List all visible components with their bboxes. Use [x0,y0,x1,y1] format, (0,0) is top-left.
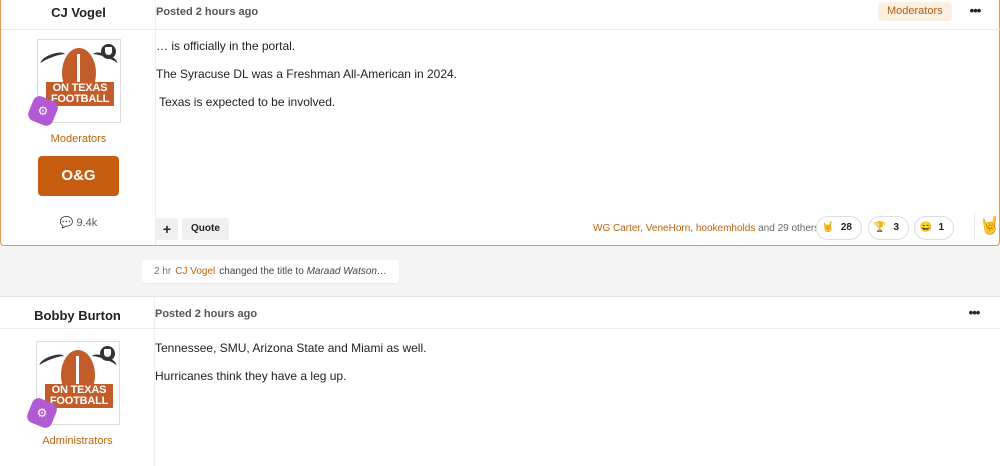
reaction-laugh[interactable]: 😄 1 [914,216,954,240]
title-change-event: 2 hr CJ Vogel changed the title to Maraad … [142,260,399,283]
post-bobby-burton: Bobby Burton Posted 2 hours ago ••• ON T… [0,296,1000,466]
admin-shield-icon [100,346,115,361]
post-content: … is officially in the portal. The Syrac… [156,39,457,123]
event-text: changed the title to [219,266,304,277]
avatar[interactable]: ON TEXAS FOOTBALL ⚙ [25,341,120,430]
reaction-count: 3 [893,222,899,233]
reactor-link[interactable]: VeneHorn [646,223,690,234]
post-timestamp[interactable]: Posted 2 hours ago [155,308,257,320]
hook-em-horns-icon: 🤘 [821,222,835,233]
event-time[interactable]: 2 hr [154,266,171,277]
author-name[interactable]: CJ Vogel [1,5,156,20]
event-user[interactable]: CJ Vogel [175,266,215,277]
trophy-icon: 🏆 [873,222,887,233]
post-content: Tennessee, SMU, Arizona State and Miami … [155,341,426,397]
reactor-link[interactable]: hookemholds [696,223,755,234]
reactors-list: WG Carter, VeneHorn, hookemholds and 29 … [593,223,819,234]
react-button-icon[interactable]: 🤘 [974,213,1000,239]
avatar[interactable]: ON TEXAS FOOTBALL ⚙ [26,39,121,128]
rank-badge-icon[interactable]: ⚙ [25,396,59,430]
event-new-title: Maraad Watson… [306,266,387,277]
rank-badge-icon[interactable]: ⚙ [26,94,60,128]
group-image: O&G [38,156,119,196]
reaction-hook-em[interactable]: 🤘 28 [816,216,862,240]
reactors-others[interactable]: and 29 others [755,223,819,234]
post-paragraph: Texas is expected to be involved. [156,95,336,109]
member-group: Moderators [50,133,107,145]
post-count: 💬 9.4k [1,216,156,229]
post-paragraph: Tennessee, SMU, Arizona State and Miami … [155,341,427,355]
comment-bubble-icon: 💬 [59,217,74,229]
post-timestamp[interactable]: Posted 2 hours ago [156,6,258,18]
more-options-button[interactable]: ••• [963,3,987,18]
post-count-value: 9.4k [76,217,98,229]
group-image-text: O&G [61,167,96,184]
quote-button[interactable]: Quote [182,218,229,240]
member-group: Administrators [42,435,113,447]
post-paragraph: … is officially in the portal. [156,39,296,53]
laughing-face-icon: 😄 [919,222,933,233]
author-name[interactable]: Bobby Burton [0,308,155,323]
moderator-shield-icon [101,44,116,59]
reaction-count: 1 [938,222,944,233]
post-paragraph: Hurricanes think they have a leg up. [155,369,347,383]
reactor-link[interactable]: WG Carter [593,223,640,234]
reaction-trophy[interactable]: 🏆 3 [868,216,909,240]
post-paragraph: The Syracuse DL was a Freshman All-Ameri… [156,67,458,81]
reaction-count: 28 [840,222,852,233]
post-cj-vogel: CJ Vogel Posted 2 hours ago Moderators •… [0,0,1000,246]
role-badge: Moderators [878,2,952,21]
multiquote-button[interactable]: + [156,218,178,240]
more-options-button[interactable]: ••• [962,305,986,320]
